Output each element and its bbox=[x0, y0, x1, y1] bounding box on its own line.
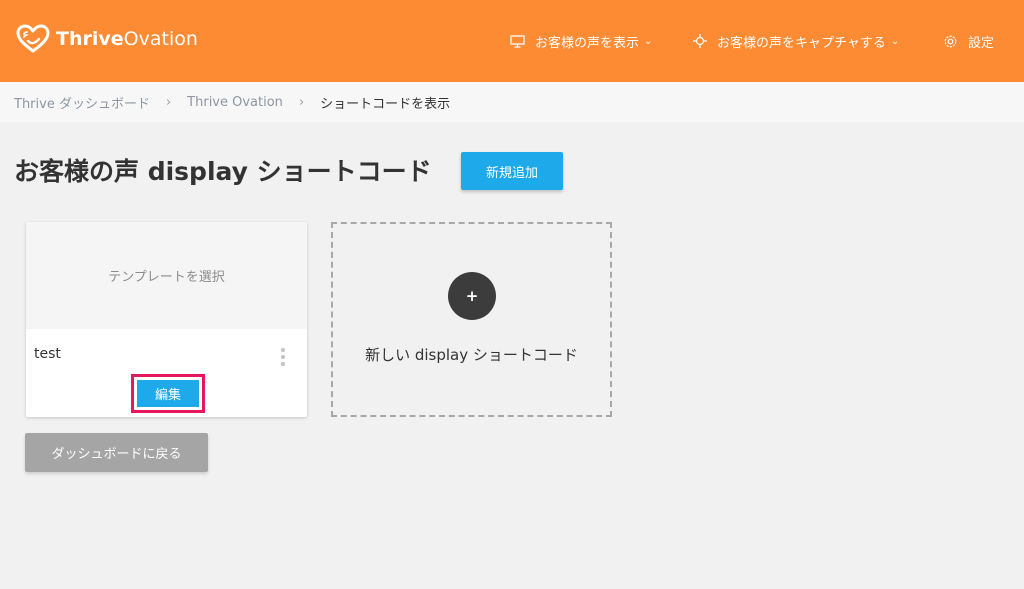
shortcode-name: test bbox=[34, 346, 61, 362]
template-select-area[interactable]: テンプレートを選択 bbox=[26, 222, 307, 329]
top-header-bar: ThriveOvation お客様の声を表示 ⌄ お客様の声をキャプチャする ⌄… bbox=[0, 0, 1024, 82]
edit-button[interactable]: 編集 bbox=[137, 380, 199, 407]
breadcrumb-current-page: ショートコードを表示 bbox=[320, 96, 451, 112]
plus-icon: + bbox=[448, 272, 496, 320]
new-shortcode-label: 新しい display ショートコード bbox=[365, 346, 578, 364]
more-options-icon[interactable] bbox=[279, 348, 287, 366]
breadcrumb-thrive-dashboard[interactable]: Thrive ダッシュボード bbox=[14, 93, 150, 112]
thrive-ovation-logo[interactable]: ThriveOvation bbox=[16, 24, 198, 54]
nav-display-testimonials[interactable]: お客様の声を表示 ⌄ bbox=[510, 0, 652, 82]
logo-word-ovation: Ovation bbox=[123, 27, 198, 50]
nav-display-label: お客様の声を表示 bbox=[535, 35, 640, 51]
breadcrumb-thrive-ovation[interactable]: Thrive Ovation bbox=[187, 95, 283, 110]
nav-capture-testimonials[interactable]: お客様の声をキャプチャする ⌄ bbox=[693, 0, 899, 82]
template-select-text: テンプレートを選択 bbox=[108, 270, 225, 285]
chevron-down-icon: ⌄ bbox=[890, 35, 900, 47]
gear-icon bbox=[943, 34, 958, 49]
heart-logo-icon bbox=[16, 24, 50, 53]
nav-capture-label: お客様の声をキャプチャする bbox=[717, 35, 886, 51]
new-shortcode-card[interactable]: + 新しい display ショートコード bbox=[331, 222, 612, 417]
add-new-button[interactable]: 新規追加 bbox=[461, 152, 563, 190]
monitor-icon bbox=[510, 34, 525, 48]
page-title: お客様の声 display ショートコード bbox=[14, 157, 432, 186]
breadcrumb-separator: › bbox=[165, 94, 172, 110]
back-to-dashboard-button[interactable]: ダッシュボードに戻る bbox=[25, 433, 208, 472]
shortcode-card: テンプレートを選択 test 編集 bbox=[26, 222, 307, 417]
chevron-down-icon: ⌄ bbox=[644, 35, 653, 47]
breadcrumb-separator: › bbox=[298, 94, 305, 110]
logo-wordmark: ThriveOvation bbox=[56, 27, 198, 50]
nav-settings[interactable]: 設定 bbox=[943, 0, 994, 82]
crosshair-icon bbox=[693, 34, 707, 48]
nav-settings-label: 設定 bbox=[968, 35, 995, 51]
edit-button-highlight: 編集 bbox=[131, 374, 205, 413]
breadcrumb: Thrive ダッシュボード › Thrive Ovation › ショートコー… bbox=[0, 82, 1024, 122]
logo-word-thrive: Thrive bbox=[56, 27, 124, 50]
